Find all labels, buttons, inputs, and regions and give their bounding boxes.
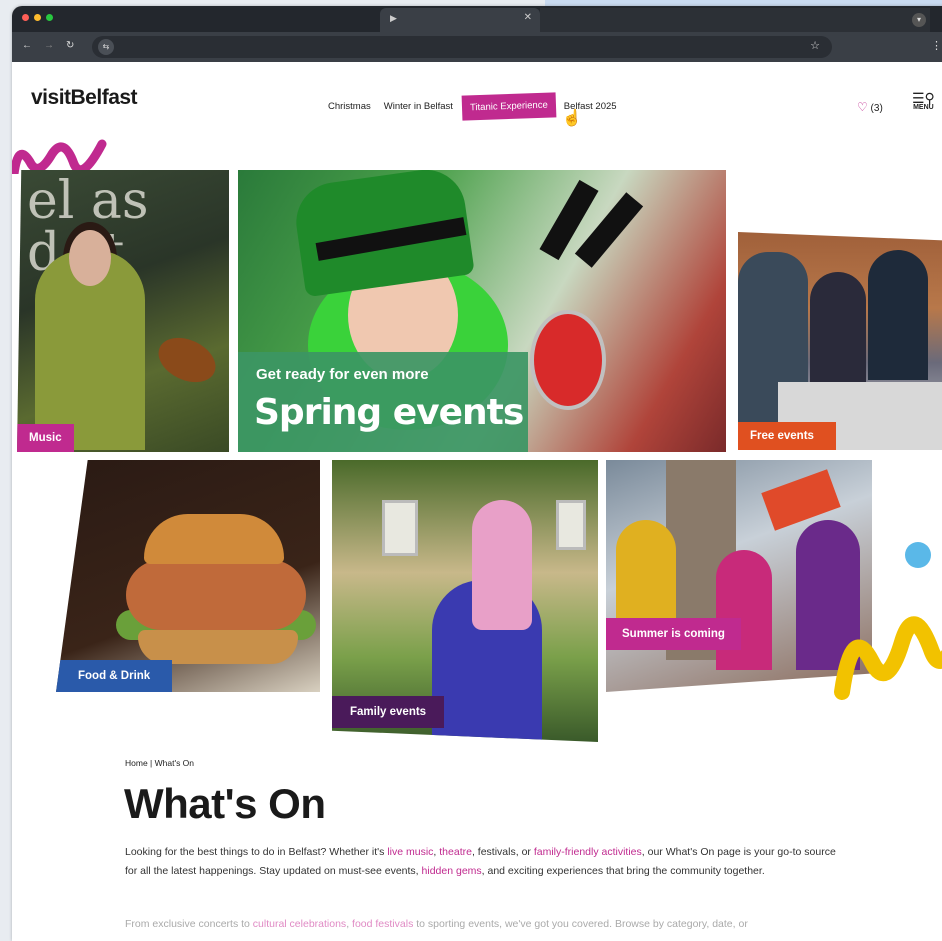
audio-playing-icon: ▶ [390,13,397,23]
photo-performer [716,550,772,670]
close-tab-icon[interactable]: ✕ [524,12,532,23]
hand-cursor-icon: ☝ [562,110,582,127]
photo-window [382,500,418,556]
menu-label: MENU [913,104,934,111]
tile-spring-events[interactable]: Get ready for even more Spring events [238,170,726,452]
browser-tab-active[interactable]: ▶ ✕ [380,8,540,32]
tile-label-music: Music [17,424,74,452]
intro-text: From exclusive concerts to [125,918,253,930]
page-title: What's On [124,780,326,827]
second-paragraph: From exclusive concerts to cultural cele… [125,915,845,934]
photo-violin [151,329,223,391]
link-family-friendly[interactable]: family-friendly activities [534,846,642,858]
tile-family-events[interactable]: Family events [332,460,598,742]
link-hidden-gems[interactable]: hidden gems [422,865,482,877]
nav-titanic-experience[interactable]: Titanic Experience [461,92,557,121]
forward-arrow-icon[interactable]: → [44,40,54,51]
tab-bar: ▶ ✕ ▾ [12,6,942,32]
link-theatre[interactable]: theatre [439,846,472,858]
photo-bun-top [144,514,284,564]
breadcrumb[interactable]: Home | What's On [125,758,194,768]
tile-label-summer: Summer is coming [606,618,741,650]
browser-menu-icon[interactable]: ⋮ [931,39,942,52]
webpage: visitBelfast Christmas Winter in Belfast… [12,62,942,941]
yellow-brand-swirl [834,616,942,700]
intro-paragraph: Looking for the best things to do in Bel… [125,843,845,881]
nav-christmas[interactable]: Christmas [328,101,371,112]
intro-text: to sporting events, we've got you covere… [413,918,748,930]
link-cultural-celebrations[interactable]: cultural celebrations [253,918,346,930]
photo-face [69,230,111,286]
tile-free-events[interactable]: Free events [738,232,942,450]
site-settings-icon[interactable]: ⇆ [98,39,114,55]
link-live-music[interactable]: live music [387,846,433,858]
browser-toolbar: ← → ↻ ⇆ ☆ ⋮ [12,32,942,62]
blue-brand-dot [905,542,931,568]
intro-text: , festivals, or [471,846,534,858]
tile-food-drink[interactable]: Food & Drink [56,460,320,692]
photo-girl [472,500,532,630]
tab-strip-empty: ▾ [540,8,930,32]
window-controls [22,14,53,21]
menu-search-icon: ☰⚲ [912,90,935,106]
site-logo[interactable]: visitBelfast [31,86,138,110]
intro-text: Looking for the best things to do in Bel… [125,846,388,858]
reload-icon[interactable]: ↻ [66,40,74,51]
maximize-window-button[interactable] [46,14,53,21]
photo-bun-bottom [138,630,298,664]
nav-winter-in-belfast[interactable]: Winter in Belfast [384,101,453,112]
back-arrow-icon[interactable]: ← [22,40,32,51]
favourites-button[interactable]: ♡ (3) [857,100,883,114]
tile-label-food-drink: Food & Drink [56,660,173,692]
top-navigation: Christmas Winter in Belfast Titanic Expe… [328,92,630,121]
magenta-brand-swirl [12,139,107,174]
menu-button[interactable]: ☰⚲ MENU [912,90,935,111]
bookmark-star-icon[interactable]: ☆ [810,39,820,52]
photo-person [810,272,866,392]
minimize-window-button[interactable] [34,14,41,21]
photo-person [868,250,928,380]
favourites-count: (3) [870,103,883,114]
photo-tambourine [530,310,606,410]
heart-icon: ♡ [857,100,868,114]
address-bar[interactable]: ⇆ ☆ [92,36,832,58]
spring-subtitle: Get ready for even more [256,366,429,383]
tile-label-free-events: Free events [738,422,836,450]
browser-window: ▶ ✕ ▾ ← → ↻ ⇆ ☆ ⋮ visitBelfast Christmas… [12,6,942,941]
photo-window [556,500,586,550]
intro-text: , and exciting experiences that bring th… [481,865,765,877]
tile-label-family-events: Family events [332,696,445,728]
spring-title: Spring events [254,392,524,433]
tab-search-icon[interactable]: ▾ [912,13,926,27]
link-food-festivals[interactable]: food festivals [352,918,413,930]
close-window-button[interactable] [22,14,29,21]
tile-music[interactable]: el asd st Music [17,170,229,452]
photo-chicken [126,560,306,630]
